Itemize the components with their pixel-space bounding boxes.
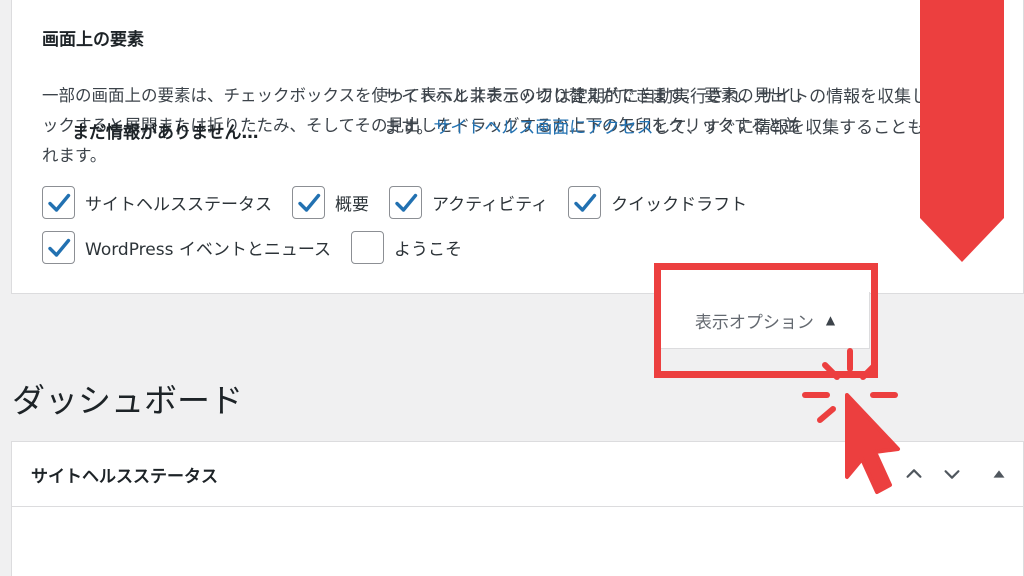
triangle-up-icon[interactable] xyxy=(985,460,1013,488)
checkbox-activity[interactable]: アクティビティ xyxy=(389,186,548,219)
checkbox-label: アクティビティ xyxy=(432,195,549,215)
screen-options-title: 画面上の要素 xyxy=(42,30,144,50)
chevron-down-icon[interactable] xyxy=(938,460,966,488)
checkbox-row: WordPress イベントとニュース ようこそ xyxy=(42,231,482,264)
checkbox-checked[interactable] xyxy=(568,186,602,219)
description-line: ます。サイトヘルス画面にアクセスして、すぐに情報を収集することも xyxy=(384,113,928,144)
checkmark-icon xyxy=(394,193,417,212)
site-health-link[interactable]: サイトヘルス画面にアクセス xyxy=(433,118,653,138)
page-title: ダッシュボード xyxy=(12,381,243,420)
text-segment: して、すぐに情報を収集することも xyxy=(653,118,925,138)
checkbox-label: WordPress イベントとニュース xyxy=(85,240,331,260)
checkbox-row: サイトヘルスステータス 概要 アクティビティ クイックドラフト xyxy=(42,186,767,219)
checkbox-label: 概要 xyxy=(335,195,369,215)
description-line: れます。 xyxy=(42,146,107,165)
checkbox-wordpress-events[interactable]: WordPress イベントとニュース xyxy=(42,231,331,264)
checkbox-welcome[interactable]: ようこそ xyxy=(351,231,462,264)
checkmark-icon xyxy=(573,193,596,212)
text-segment: ます。 xyxy=(384,118,434,138)
checkbox-label: ようこそ xyxy=(394,240,462,260)
checkbox-site-health[interactable]: サイトヘルスステータス xyxy=(42,186,272,219)
checkbox-checked[interactable] xyxy=(42,186,75,219)
screen-options-panel: 画面上の要素 一部の画面上の要素は、チェックボックスを使って表示と非表示の切り替… xyxy=(11,0,1024,294)
no-info-message: まだ情報がありません… xyxy=(72,123,259,143)
checkbox-label: サイトヘルスステータス xyxy=(85,195,272,215)
widget-title: サイトヘルスステータス xyxy=(31,467,218,487)
checkmark-icon xyxy=(297,193,320,212)
checkmark-icon xyxy=(47,238,70,257)
checkbox-checked[interactable] xyxy=(292,186,325,219)
checkbox-checked[interactable] xyxy=(389,186,422,219)
checkbox-quick-draft[interactable]: クイックドラフト xyxy=(568,186,747,219)
checkmark-icon xyxy=(47,193,70,212)
click-cursor-icon xyxy=(802,348,900,494)
checkbox-checked[interactable] xyxy=(42,231,75,264)
checkbox-unchecked[interactable] xyxy=(351,231,384,264)
site-health-description: サイトヘルスチェックは定期的に自動実行され、サイトの情報を収集し ます。サイトヘ… xyxy=(384,82,928,144)
checkbox-overview[interactable]: 概要 xyxy=(292,186,369,219)
arrow-down-icon xyxy=(920,0,1004,262)
checkbox-label: クイックドラフト xyxy=(611,195,748,215)
wp-dashboard-screen: 画面上の要素 一部の画面上の要素は、チェックボックスを使って表示と非表示の切り替… xyxy=(0,0,1024,576)
description-line: サイトヘルスチェックは定期的に自動実行され、サイトの情報を収集し xyxy=(384,87,929,107)
